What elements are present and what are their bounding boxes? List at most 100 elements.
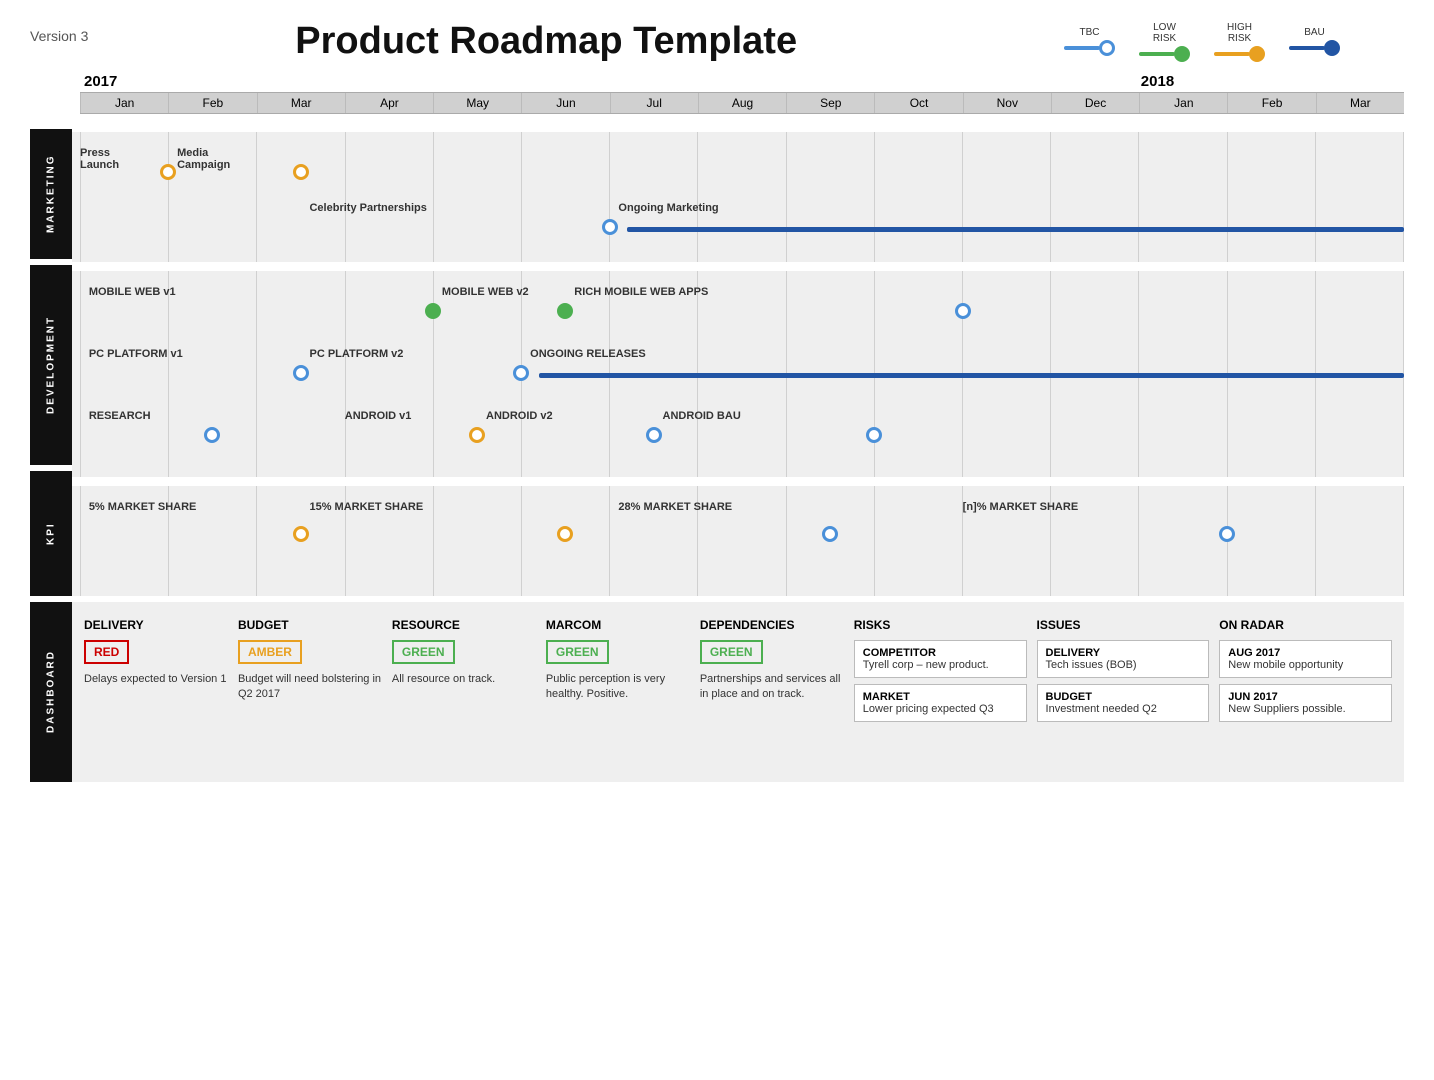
mobile-web-v1-label: MOBILE WEB v1 (89, 286, 176, 298)
resource-title: RESOURCE (392, 618, 536, 632)
pc-platform-v1-milestone (293, 365, 309, 381)
timeline-header: 2017 2018 Jan Feb Mar Apr May (72, 73, 1404, 129)
legend-tbc: TBC (1064, 27, 1115, 56)
kpi-npct-label: [n]% MARKET SHARE (963, 501, 1079, 513)
issues-item-1-title: DELIVERY (1046, 647, 1201, 659)
research-label: RESEARCH (89, 410, 151, 422)
month-feb-2017: Feb (168, 93, 256, 113)
version-label: Version 3 (30, 28, 88, 44)
year-2018: 2018 (1141, 73, 1174, 90)
kpi-15pct-label: 15% MARKET SHARE (309, 501, 423, 513)
development-section: MOBILE WEB v1 MOBILE WEB v2 RICH MOBILE … (72, 268, 1404, 477)
issues-item-2-title: BUDGET (1046, 691, 1201, 703)
dev-row-2: PC PLATFORM v1 PC PLATFORM v2 ONGOING RE… (80, 343, 1404, 405)
legend-low-risk: LOWRISK (1139, 22, 1190, 62)
media-campaign-label: MediaCampaign (177, 147, 230, 171)
labels-strip: MARKETING DEVELOPMENT KPI DASHBOARD (30, 73, 72, 782)
issues-item-1-text: Tech issues (BOB) (1046, 659, 1201, 671)
mobile-web-v2-label: MOBILE WEB v2 (442, 286, 529, 298)
risks-title: RISKS (854, 618, 1027, 632)
rich-mobile-milestone (955, 303, 971, 319)
month-aug-2017: Aug (698, 93, 786, 113)
month-jan-2017: Jan (80, 93, 168, 113)
month-feb-2018: Feb (1227, 93, 1315, 113)
resource-status: GREEN (392, 640, 455, 664)
kpi-15pct-milestone (557, 526, 573, 542)
radar-item-2-text: New Suppliers possible. (1228, 703, 1383, 715)
mobile-web-v1-milestone (425, 303, 441, 319)
label-marketing: MARKETING (30, 129, 72, 259)
main-wrap: MARKETING DEVELOPMENT KPI DASHBOARD (30, 73, 1404, 782)
ongoing-marketing-bar (627, 227, 1404, 232)
month-jan-2018: Jan (1139, 93, 1227, 113)
header-spacer (30, 73, 72, 129)
dashboard-risks: RISKS COMPETITOR Tyrell corp – new produ… (854, 618, 1027, 722)
sections-col: 2017 2018 Jan Feb Mar Apr May (72, 73, 1404, 782)
dependencies-status: GREEN (700, 640, 763, 664)
radar-item-2-title: JUN 2017 (1228, 691, 1383, 703)
radar-item-1-text: New mobile opportunity (1228, 659, 1383, 671)
celebrity-partnerships-milestone (602, 219, 618, 235)
dashboard-on-radar: ON RADAR AUG 2017 New mobile opportunity… (1219, 618, 1392, 722)
issues-title: ISSUES (1037, 618, 1210, 632)
risks-item-2: MARKET Lower pricing expected Q3 (854, 684, 1027, 722)
legend-high-risk-line (1214, 46, 1265, 62)
on-radar-title: ON RADAR (1219, 618, 1392, 632)
month-nov-2017: Nov (963, 93, 1051, 113)
press-launch-label: PressLaunch (80, 147, 119, 171)
marcom-title: MARCOM (546, 618, 690, 632)
month-jun-2017: Jun (521, 93, 609, 113)
page-title: Product Roadmap Template (88, 20, 1004, 63)
android-bau-label: ANDROID BAU (663, 410, 741, 422)
risks-item-1-title: COMPETITOR (863, 647, 1018, 659)
delivery-text: Delays expected to Version 1 (84, 672, 228, 687)
kpi-28pct-milestone (822, 526, 838, 542)
months-row: Jan Feb Mar Apr May Jun Jul Aug Sep Oct … (80, 92, 1404, 114)
dashboard-marcom: MARCOM GREEN Public perception is very h… (546, 618, 690, 722)
month-jul-2017: Jul (610, 93, 698, 113)
press-launch-milestone (160, 164, 176, 180)
risks-item-2-title: MARKET (863, 691, 1018, 703)
dependencies-text: Partnerships and services all in place a… (700, 672, 844, 703)
dashboard-issues: ISSUES DELIVERY Tech issues (BOB) BUDGET… (1037, 618, 1210, 722)
pc-platform-v2-milestone (513, 365, 529, 381)
delivery-title: DELIVERY (84, 618, 228, 632)
legend-bau-line (1289, 40, 1340, 56)
label-kpi: KPI (30, 471, 72, 596)
risks-item-2-text: Lower pricing expected Q3 (863, 703, 1018, 715)
kpi-section: 5% MARKET SHARE 15% MARKET SHARE 28% MAR… (72, 483, 1404, 596)
budget-title: BUDGET (238, 618, 382, 632)
dashboard-section: DELIVERY RED Delays expected to Version … (72, 602, 1404, 782)
kpi-5pct-label: 5% MARKET SHARE (89, 501, 197, 513)
android-v1-label: ANDROID v1 (345, 410, 412, 422)
header: Version 3 Product Roadmap Template TBC L… (30, 20, 1404, 63)
kpi-5pct-milestone (293, 526, 309, 542)
android-bau-milestone (866, 427, 882, 443)
pc-platform-v1-label: PC PLATFORM v1 (89, 348, 183, 360)
legend: TBC LOWRISK HIGHRISK (1064, 22, 1404, 62)
dashboard-resource: RESOURCE GREEN All resource on track. (392, 618, 536, 722)
month-dec-2017: Dec (1051, 93, 1139, 113)
kpi-npct-milestone (1219, 526, 1235, 542)
page: Version 3 Product Roadmap Template TBC L… (0, 0, 1434, 802)
month-may-2017: May (433, 93, 521, 113)
kpi-row: 5% MARKET SHARE 15% MARKET SHARE 28% MAR… (80, 496, 1404, 586)
pc-platform-v2-label: PC PLATFORM v2 (309, 348, 403, 360)
issues-item-2-text: Investment needed Q2 (1046, 703, 1201, 715)
dashboard-budget: BUDGET AMBER Budget will need bolstering… (238, 618, 382, 722)
marketing-section: PressLaunch MediaCampaign Celebrity Part… (72, 129, 1404, 262)
month-oct-2017: Oct (874, 93, 962, 113)
rich-mobile-label: RICH MOBILE WEB APPS (574, 286, 708, 298)
risks-item-1: COMPETITOR Tyrell corp – new product. (854, 640, 1027, 678)
marcom-text: Public perception is very healthy. Posit… (546, 672, 690, 703)
marcom-status: GREEN (546, 640, 609, 664)
media-campaign-milestone (293, 164, 309, 180)
legend-low-risk-label: LOWRISK (1153, 22, 1176, 44)
dev-row-1: MOBILE WEB v1 MOBILE WEB v2 RICH MOBILE … (80, 281, 1404, 343)
month-apr-2017: Apr (345, 93, 433, 113)
celebrity-partnerships-label: Celebrity Partnerships (309, 202, 426, 214)
month-sep-2017: Sep (786, 93, 874, 113)
dashboard-delivery: DELIVERY RED Delays expected to Version … (84, 618, 228, 722)
legend-low-risk-line (1139, 46, 1190, 62)
android-v2-label: ANDROID v2 (486, 410, 553, 422)
